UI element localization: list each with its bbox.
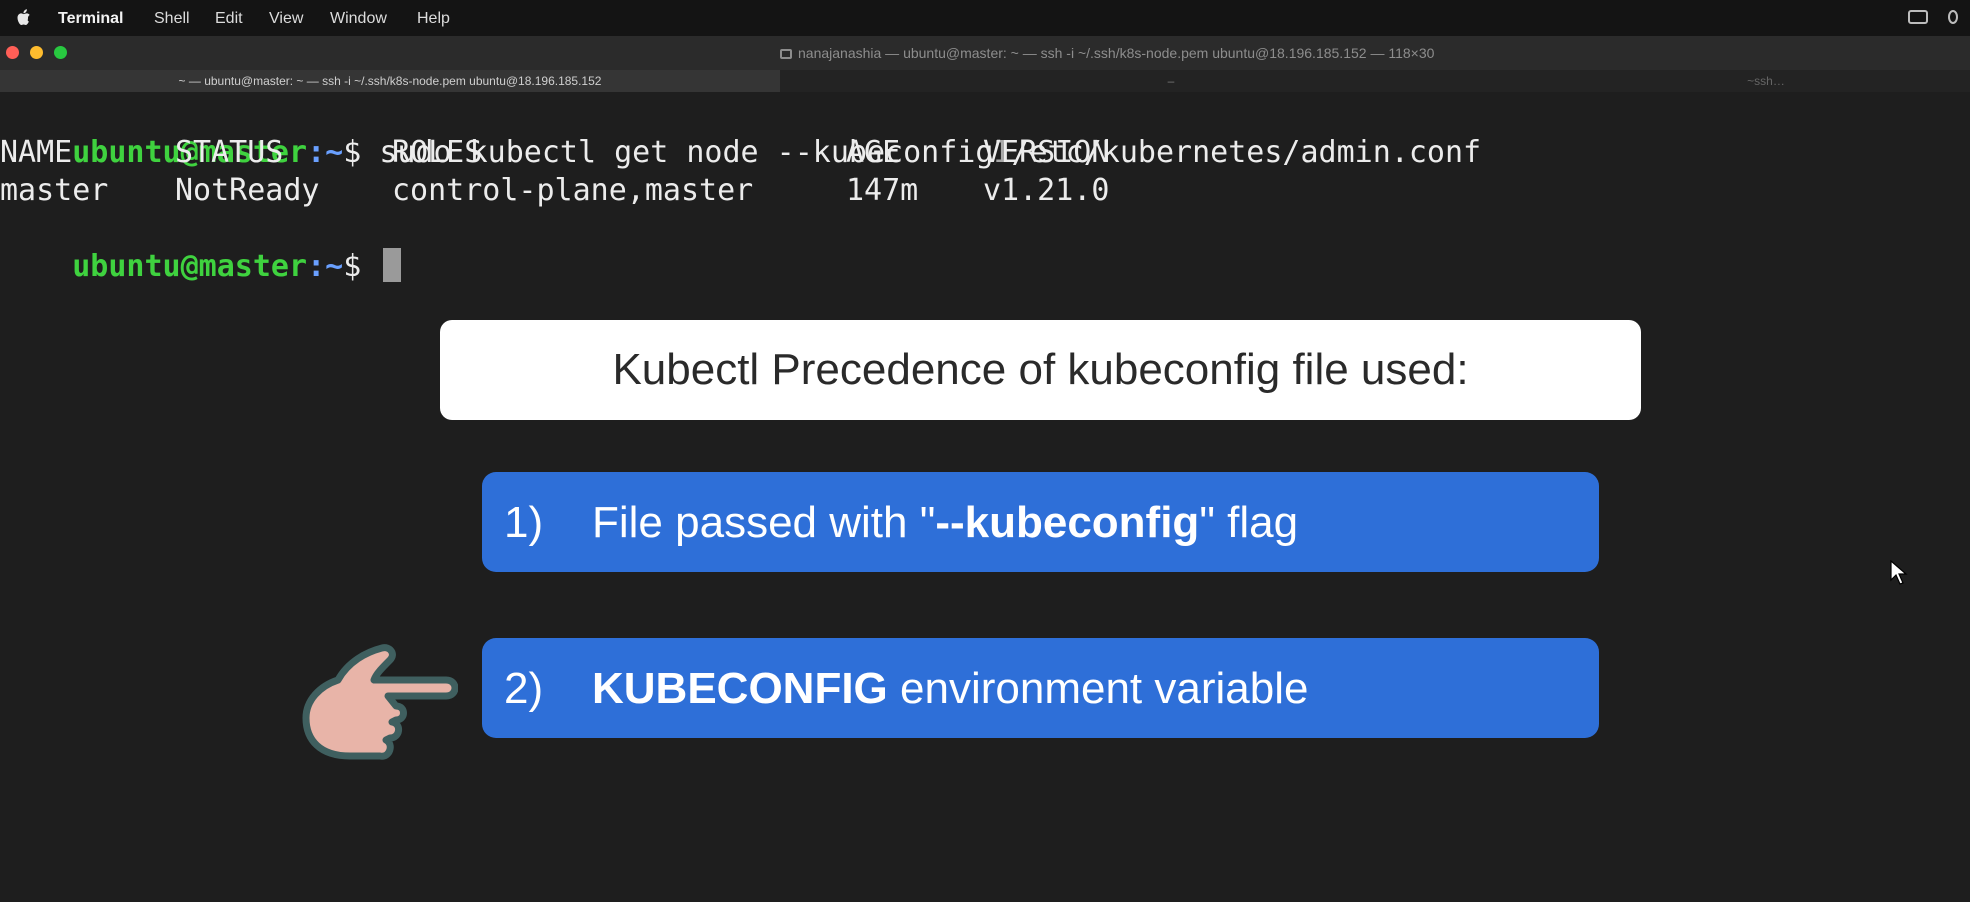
pointing-hand-icon [302, 644, 458, 760]
window-titlebar[interactable]: nanajanashia — ubuntu@master: ~ — ssh -i… [0, 36, 1970, 71]
zoom-button[interactable] [54, 46, 67, 59]
folder-icon [780, 49, 792, 59]
apple-icon[interactable] [16, 9, 31, 26]
precedence-item-2: 2) KUBECONFIG environment variable [482, 638, 1599, 738]
command-line: ubuntu@master:~$ sudo kubectl get node -… [0, 96, 1481, 170]
control-center-icon[interactable] [1948, 10, 1958, 24]
header-roles: ROLES [392, 135, 483, 170]
prompt-line: ubuntu@master:~$ [0, 210, 402, 284]
header-version: VERSION [983, 135, 1110, 170]
close-button[interactable] [6, 46, 19, 59]
header-name: NAME [0, 135, 73, 170]
block-cursor [383, 248, 402, 282]
item-text-bold: --kubeconfig [935, 498, 1200, 547]
table-row: master NotReady control-plane,master 147… [0, 172, 1970, 210]
tab-ssh-active[interactable]: ~ — ubuntu@master: ~ — ssh -i ~/.ssh/k8s… [0, 70, 780, 92]
minimize-button[interactable] [30, 46, 43, 59]
menu-bar: Terminal Shell Edit View Window Help [0, 0, 1970, 36]
tab-third[interactable]: ~ssh… [1562, 70, 1970, 92]
cell-age: 147m [846, 173, 919, 208]
tab-second[interactable]: – [781, 70, 1561, 92]
item-text: KUBECONFIG environment variable [592, 664, 1308, 714]
prompt-symbol: $ [343, 249, 362, 284]
item-text-pre: File passed with " [592, 498, 936, 547]
cell-status: NotReady [175, 173, 320, 208]
header-age: AGE [846, 135, 901, 170]
tab-bar: ~ — ubuntu@master: ~ — ssh -i ~/.ssh/k8s… [0, 70, 1970, 92]
item-text-post: environment variable [887, 664, 1309, 713]
window-title-text: nanajanashia — ubuntu@master: ~ — ssh -i… [798, 45, 1435, 61]
menu-shell[interactable]: Shell [154, 10, 190, 28]
item-text-bold: KUBECONFIG [592, 664, 888, 713]
prompt-path: :~ [307, 249, 344, 284]
menu-edit[interactable]: Edit [215, 10, 243, 28]
menu-help[interactable]: Help [417, 10, 450, 28]
cell-roles: control-plane,master [392, 173, 754, 208]
menu-terminal[interactable]: Terminal [58, 10, 124, 28]
menu-window[interactable]: Window [330, 10, 387, 28]
slide-title: Kubectl Precedence of kubeconfig file us… [440, 320, 1641, 420]
item-text: File passed with "--kubeconfig" flag [592, 498, 1298, 548]
menu-view[interactable]: View [269, 10, 303, 28]
mouse-pointer-icon [1890, 560, 1908, 585]
cell-name: master [0, 173, 109, 208]
status-icons [1908, 10, 1958, 24]
prompt-user: ubuntu@master [72, 249, 308, 284]
precedence-item-1: 1) File passed with "--kubeconfig" flag [482, 472, 1599, 572]
table-header-row: NAME STATUS ROLES AGE VERSION [0, 134, 1970, 172]
item-number: 2) [504, 664, 544, 713]
cell-version: v1.21.0 [983, 173, 1110, 208]
header-status: STATUS [175, 135, 284, 170]
item-text-post: " flag [1199, 498, 1299, 547]
item-number: 1) [504, 498, 544, 547]
screen-mirroring-icon[interactable] [1908, 10, 1928, 24]
window-title: nanajanashia — ubuntu@master: ~ — ssh -i… [780, 45, 1434, 61]
